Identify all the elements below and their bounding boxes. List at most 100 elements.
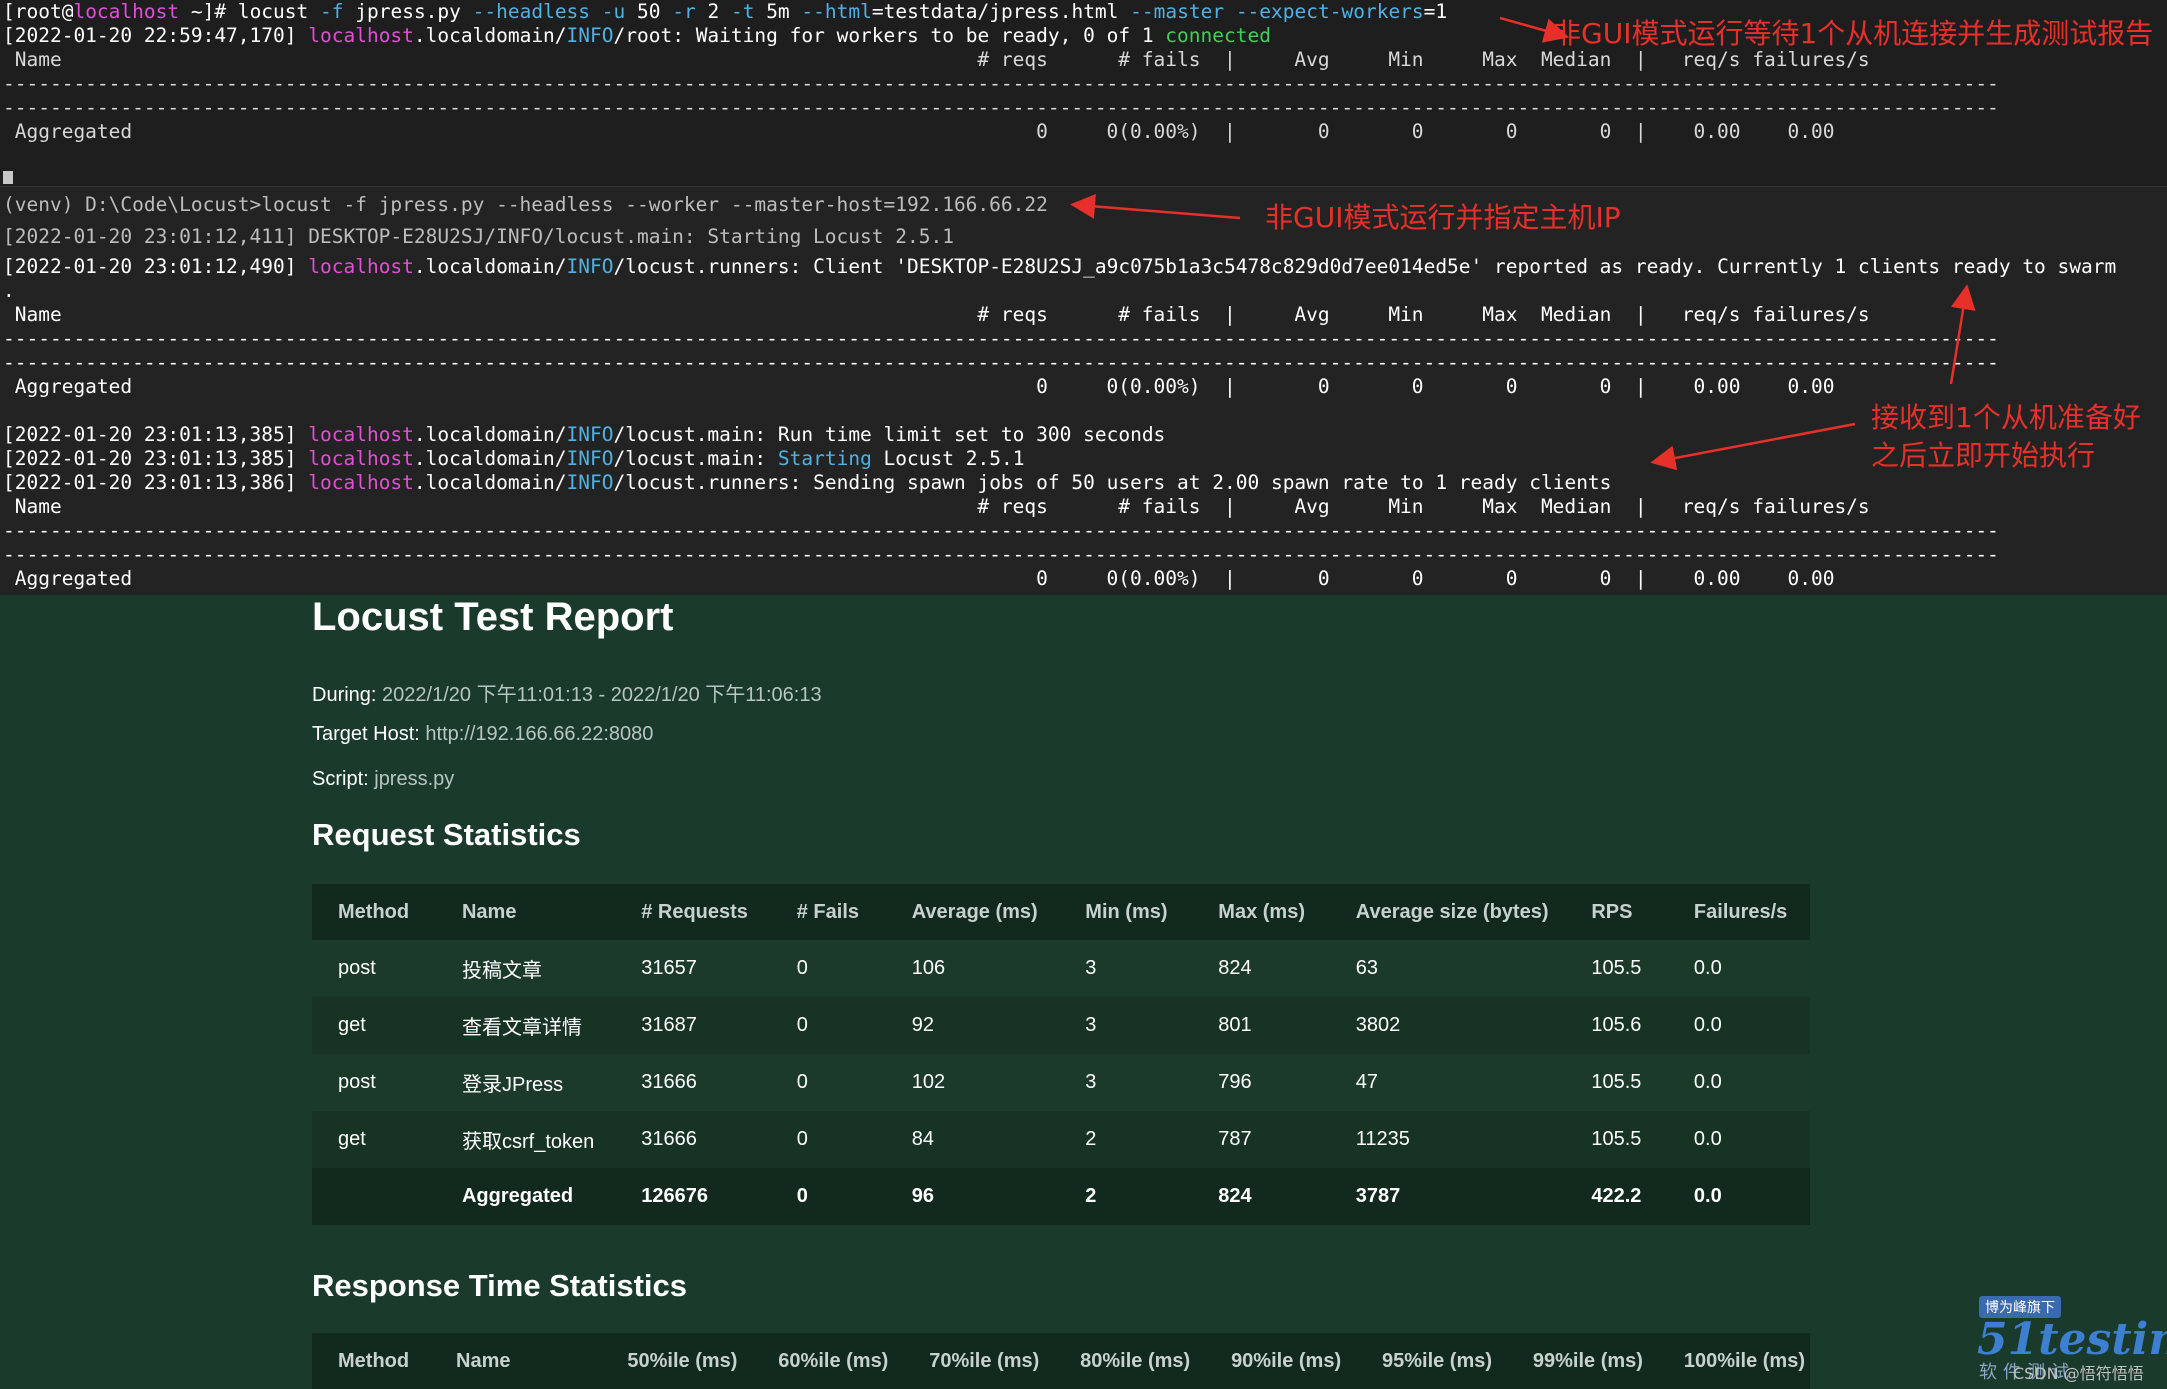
report-title: Locust Test Report <box>312 595 674 639</box>
column-header-rps[interactable]: RPS <box>1565 884 1668 940</box>
prompt-open: [root@ <box>3 0 74 23</box>
log-level: INFO <box>566 423 614 446</box>
table-cell: 105.5 <box>1565 1111 1668 1168</box>
column-header-50-ile-ms[interactable]: 50%ile (ms) <box>601 1333 752 1389</box>
stats-separator: ----------------------------------------… <box>3 351 1999 374</box>
log-domain: .localdomain/ <box>413 24 567 47</box>
report-script: Script: jpress.py <box>312 768 454 791</box>
column-header-min-ms[interactable]: Min (ms) <box>1059 884 1193 940</box>
log-domain: .localdomain/ <box>413 255 567 278</box>
during-label: During: <box>312 684 377 706</box>
cmd-file: jpress.py <box>343 0 473 23</box>
table-cell: 105.6 <box>1565 997 1668 1054</box>
table-row: post 投稿文章 31657 0 106 3 824 63 105.5 0.0 <box>312 940 1810 997</box>
table-cell: 2 <box>1059 1168 1193 1225</box>
report-during: During: 2022/1/20 下午11:01:13 - 2022/1/20… <box>312 678 822 707</box>
cmd-flag-f: -f <box>320 0 344 23</box>
log-message: /locust.main: Run time limit set to 300 … <box>613 423 1166 446</box>
table-cell: 登录JPress <box>435 1054 616 1111</box>
log-starting: Starting <box>777 447 872 470</box>
table-cell: 0 <box>770 1111 886 1168</box>
column-header-90-ile-ms[interactable]: 90%ile (ms) <box>1205 1333 1356 1389</box>
terminal-cursor <box>3 171 13 184</box>
stats-separator: ----------------------------------------… <box>3 327 1999 350</box>
script-label: Script: <box>312 768 369 790</box>
column-header-100-ile-ms[interactable]: 100%ile (ms) <box>1658 1333 1810 1389</box>
column-header-failures-s[interactable]: Failures/s <box>1667 884 1810 940</box>
column-header-average-ms[interactable]: Average (ms) <box>885 884 1060 940</box>
column-header-requests[interactable]: # Requests <box>615 884 771 940</box>
table-cell: 0.0 <box>1667 940 1810 997</box>
log-domain: .localdomain/ <box>413 423 567 446</box>
cmd-expect-value: =1 <box>1423 0 1448 23</box>
table-cell: post <box>312 940 436 997</box>
table-cell: 3787 <box>1329 1168 1566 1225</box>
column-header-70-ile-ms[interactable]: 70%ile (ms) <box>903 1333 1054 1389</box>
column-header-80-ile-ms[interactable]: 80%ile (ms) <box>1054 1333 1205 1389</box>
stats-separator: ----------------------------------------… <box>3 519 1999 542</box>
table-cell: 0 <box>770 940 886 997</box>
table-cell: post <box>312 1054 436 1111</box>
table-cell: 787 <box>1192 1111 1330 1168</box>
master-log-starting: [2022-01-20 23:01:13,385] localhost.loca… <box>3 447 1024 471</box>
column-header-max-ms[interactable]: Max (ms) <box>1192 884 1330 940</box>
column-header-60-ile-ms[interactable]: 60%ile (ms) <box>752 1333 903 1389</box>
log-level: INFO <box>566 255 614 278</box>
worker-command-line: (venv) D:\Code\Locust>locust -f jpress.p… <box>3 193 1048 216</box>
annotation-master-note: 非GUI模式运行等待1个从机连接并生成测试报告 <box>1553 17 2154 50</box>
cmd-flag-r: -r <box>672 0 696 23</box>
column-header-average-size-bytes[interactable]: Average size (bytes) <box>1329 884 1566 940</box>
table-cell: 3 <box>1059 1054 1193 1111</box>
stats-aggregated: Aggregated 0 0(0.00%) | 0 0 0 0 | 0.00 0… <box>3 120 1835 143</box>
column-header-fails[interactable]: # Fails <box>770 884 886 940</box>
target-host-value[interactable]: http://192.166.66.22:8080 <box>420 723 653 745</box>
column-header-method[interactable]: Method <box>312 884 436 940</box>
log-level: INFO <box>566 447 614 470</box>
table-row: get 获取csrf_token 31666 0 84 2 787 11235 105.5 0.0 <box>312 1111 1810 1168</box>
cmd-flag-expect-workers: --expect-workers <box>1224 0 1424 23</box>
column-header-name[interactable]: Name <box>430 1333 601 1389</box>
table-cell: 105.5 <box>1565 940 1668 997</box>
log-message: /locust.runners: Sending spawn jobs of 5… <box>613 471 1612 494</box>
column-header-name[interactable]: Name <box>435 884 616 940</box>
column-header-95-ile-ms[interactable]: 95%ile (ms) <box>1356 1333 1507 1389</box>
table-cell: 0.0 <box>1667 1111 1810 1168</box>
log-message: Locust 2.5.1 <box>871 447 1025 470</box>
master-log-runtime: [2022-01-20 23:01:13,385] localhost.loca… <box>3 423 1165 447</box>
worker-terminal: (venv) D:\Code\Locust>locust -f jpress.p… <box>0 186 2167 596</box>
table-cell: 11235 <box>1329 1111 1566 1168</box>
table-cell: 0.0 <box>1667 997 1810 1054</box>
table-cell: 106 <box>885 940 1060 997</box>
table-cell: 105.5 <box>1565 1054 1668 1111</box>
cmd-flag-master: --master <box>1130 0 1225 23</box>
table-cell: 801 <box>1192 997 1330 1054</box>
cmd-t-value: 5m <box>754 0 802 23</box>
table-cell: 31666 <box>615 1054 771 1111</box>
worker-log-start: [2022-01-20 23:01:12,411] DESKTOP-E28U2S… <box>3 225 954 248</box>
table-row: post 登录JPress 31666 0 102 3 796 47 105.5 0.0 <box>312 1054 1810 1111</box>
stats-aggregated: Aggregated 0 0(0.00%) | 0 0 0 0 | 0.00 0… <box>3 567 1835 590</box>
log-host: localhost <box>308 447 414 470</box>
table-cell: 3 <box>1059 940 1193 997</box>
column-header-99-ile-ms[interactable]: 99%ile (ms) <box>1507 1333 1658 1389</box>
table-cell: 92 <box>885 997 1060 1054</box>
table-cell: 0 <box>770 997 886 1054</box>
stats-separator: ----------------------------------------… <box>3 72 1999 95</box>
log-message: /locust.main: <box>613 447 778 470</box>
cmd-flag-html: --html <box>801 0 872 23</box>
response-time-table: Method Name 50%ile (ms) 60%ile (ms) 70%ile (… <box>312 1333 1810 1389</box>
master-log-waiting: [2022-01-20 22:59:47,170] localhost.loca… <box>3 24 1271 48</box>
table-header-row: Method Name 50%ile (ms) 60%ile (ms) 70%ile (… <box>312 1333 1810 1389</box>
stats-separator: ----------------------------------------… <box>3 96 1999 119</box>
cmd-flag-u: -u <box>590 0 626 23</box>
table-cell: 84 <box>885 1111 1060 1168</box>
log-host: localhost <box>308 471 414 494</box>
cmd-flag-t: -t <box>730 0 755 23</box>
report-target-host: Target Host: http://192.166.66.22:8080 <box>312 723 653 746</box>
response-time-statistics-heading: Response Time Statistics <box>312 1268 688 1303</box>
log-host: localhost <box>308 24 414 47</box>
table-cell: 422.2 <box>1565 1168 1668 1225</box>
log-domain: .localdomain/ <box>413 447 567 470</box>
master-log-spawn: [2022-01-20 23:01:13,386] localhost.loca… <box>3 471 1611 495</box>
column-header-method[interactable]: Method <box>312 1333 430 1389</box>
